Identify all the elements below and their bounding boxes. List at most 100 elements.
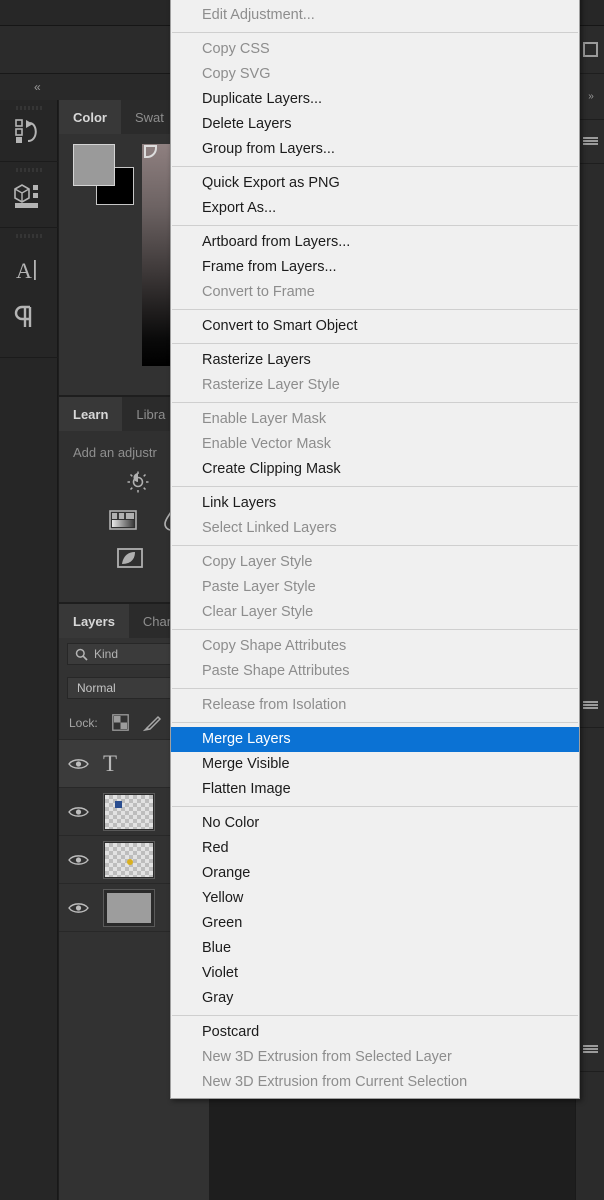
menu-item-gray[interactable]: Gray	[171, 986, 579, 1011]
menu-separator	[172, 402, 578, 403]
lock-transparent-pixels-icon[interactable]	[111, 714, 129, 731]
tab-color[interactable]: Color	[59, 100, 121, 134]
layer-context-menu[interactable]: Blending Options...Edit Adjustment...Cop…	[170, 0, 580, 1099]
collapsed-panel-rail: A	[0, 100, 58, 1200]
menu-item-rasterize-layers[interactable]: Rasterize Layers	[171, 348, 579, 373]
menu-separator	[172, 486, 578, 487]
menu-separator	[172, 722, 578, 723]
menu-item-quick-export-as-png[interactable]: Quick Export as PNG	[171, 171, 579, 196]
layer-visibility-toggle[interactable]	[59, 757, 97, 771]
menu-item-violet[interactable]: Violet	[171, 961, 579, 986]
menu-separator	[172, 309, 578, 310]
rrail-spacer-2	[576, 728, 604, 1028]
rrail-expand-button[interactable]: »	[576, 74, 604, 120]
menu-item-convert-to-smart-object[interactable]: Convert to Smart Object	[171, 314, 579, 339]
menu-separator	[172, 629, 578, 630]
hue-saturation-icon[interactable]	[117, 547, 143, 569]
collapse-panels-icon[interactable]: «	[34, 80, 41, 94]
rrail-menu-2[interactable]	[576, 684, 604, 728]
menu-item-link-layers[interactable]: Link Layers	[171, 491, 579, 516]
menu-item-group-from-layers[interactable]: Group from Layers...	[171, 137, 579, 162]
transparency-checker	[105, 842, 153, 877]
rrail-menu-1[interactable]	[576, 120, 604, 164]
menu-item-copy-css: Copy CSS	[202, 41, 270, 57]
menu-item-edit-adjustment: Edit Adjustment...	[202, 7, 315, 23]
layer-visibility-toggle[interactable]	[59, 805, 97, 819]
character-icon[interactable]: A	[14, 256, 44, 284]
menu-item-select-linked-layers: Select Linked Layers	[202, 520, 337, 536]
paragraph-icon[interactable]	[14, 304, 44, 330]
exposure-icon[interactable]	[109, 509, 137, 531]
history-icon	[15, 118, 37, 143]
tab-layers[interactable]: Layers	[59, 604, 129, 638]
menu-item-yellow[interactable]: Yellow	[171, 886, 579, 911]
menu-item-copy-layer-style: Copy Layer Style	[202, 554, 313, 570]
foreground-color-swatch[interactable]	[73, 144, 115, 186]
menu-item-merge-visible[interactable]: Merge Visible	[171, 752, 579, 777]
adjustments-hint-label: Add an adjustr	[73, 445, 157, 460]
menu-item-clear-layer-style: Clear Layer Style	[202, 604, 314, 620]
panel-grip-icon	[16, 234, 42, 238]
menu-item-green[interactable]: Green	[171, 911, 579, 936]
eye-icon	[67, 854, 89, 865]
panel-menu-icon	[583, 701, 598, 710]
menu-item-blue[interactable]: Blue	[171, 936, 579, 961]
menu-item-paste-shape-attributes: Paste Shape Attributes	[202, 663, 350, 679]
menu-item-enable-vector-mask: Enable Vector Mask	[202, 436, 331, 452]
brightness-contrast-icon[interactable]	[127, 471, 149, 493]
eye-icon	[67, 806, 89, 817]
thumbnail-content-mark	[115, 800, 122, 808]
menu-separator	[172, 545, 578, 546]
menu-item-copy-svg: Copy SVG	[202, 66, 271, 82]
transparency-checker	[105, 794, 153, 829]
layer-thumbnail	[103, 792, 155, 831]
menu-item-enable-layer-mask: Enable Layer Mask	[202, 411, 327, 427]
eye-icon	[67, 902, 89, 913]
chevron-right-double-icon: »	[588, 91, 593, 102]
menu-item-create-clipping-mask[interactable]: Create Clipping Mask	[171, 457, 579, 482]
menu-item-orange[interactable]: Orange	[171, 861, 579, 886]
layer-filter-value: Kind	[94, 647, 119, 661]
3d-icon	[14, 183, 38, 208]
rail-item-3d[interactable]	[0, 162, 58, 228]
menu-separator	[172, 688, 578, 689]
menu-item-no-color[interactable]: No Color	[171, 811, 579, 836]
menu-item-convert-to-frame: Convert to Frame	[202, 284, 315, 300]
text-layer-icon: T	[103, 750, 118, 776]
lock-image-pixels-icon[interactable]	[142, 714, 162, 732]
menu-separator	[172, 806, 578, 807]
menu-item-copy-shape-attributes: Copy Shape Attributes	[202, 638, 347, 654]
menu-item-delete-layers[interactable]: Delete Layers	[171, 112, 579, 137]
layer-visibility-toggle[interactable]	[59, 853, 97, 867]
menu-item-new-3d-extrusion-from-current-selection: New 3D Extrusion from Current Selection	[202, 1074, 468, 1090]
menu-item-artboard-from-layers[interactable]: Artboard from Layers...	[171, 230, 579, 255]
thumbnail-content-mark	[127, 858, 133, 865]
rail-item-history[interactable]	[0, 100, 58, 162]
menu-item-flatten-image[interactable]: Flatten Image	[171, 777, 579, 802]
lock-label: Lock:	[69, 715, 98, 730]
menu-item-release-from-isolation: Release from Isolation	[202, 697, 347, 713]
panel-menu-icon	[583, 1045, 598, 1054]
menu-item-postcard[interactable]: Postcard	[171, 1020, 579, 1045]
blend-mode-select[interactable]: Normal	[67, 677, 177, 699]
rrail-spacer-1	[576, 164, 604, 684]
menu-separator	[172, 166, 578, 167]
menu-item-merge-layers[interactable]: Merge Layers	[171, 727, 579, 752]
frame-icon	[583, 42, 598, 57]
panel-menu-icon	[583, 137, 598, 146]
layer-thumbnail	[103, 840, 155, 879]
menu-separator	[172, 1015, 578, 1016]
svg-text:A: A	[16, 258, 32, 283]
menu-separator	[172, 343, 578, 344]
tab-learn[interactable]: Learn	[59, 397, 123, 431]
menu-item-export-as[interactable]: Export As...	[171, 196, 579, 221]
layer-visibility-toggle[interactable]	[59, 901, 97, 915]
rrail-menu-3[interactable]	[576, 1028, 604, 1072]
menu-item-duplicate-layers[interactable]: Duplicate Layers...	[171, 87, 579, 112]
rrail-item-frame[interactable]	[576, 26, 604, 74]
search-icon	[75, 648, 88, 661]
menu-item-paste-layer-style: Paste Layer Style	[202, 579, 316, 595]
menu-item-frame-from-layers[interactable]: Frame from Layers...	[171, 255, 579, 280]
menu-item-red[interactable]: Red	[171, 836, 579, 861]
blend-mode-value: Normal	[77, 681, 116, 695]
